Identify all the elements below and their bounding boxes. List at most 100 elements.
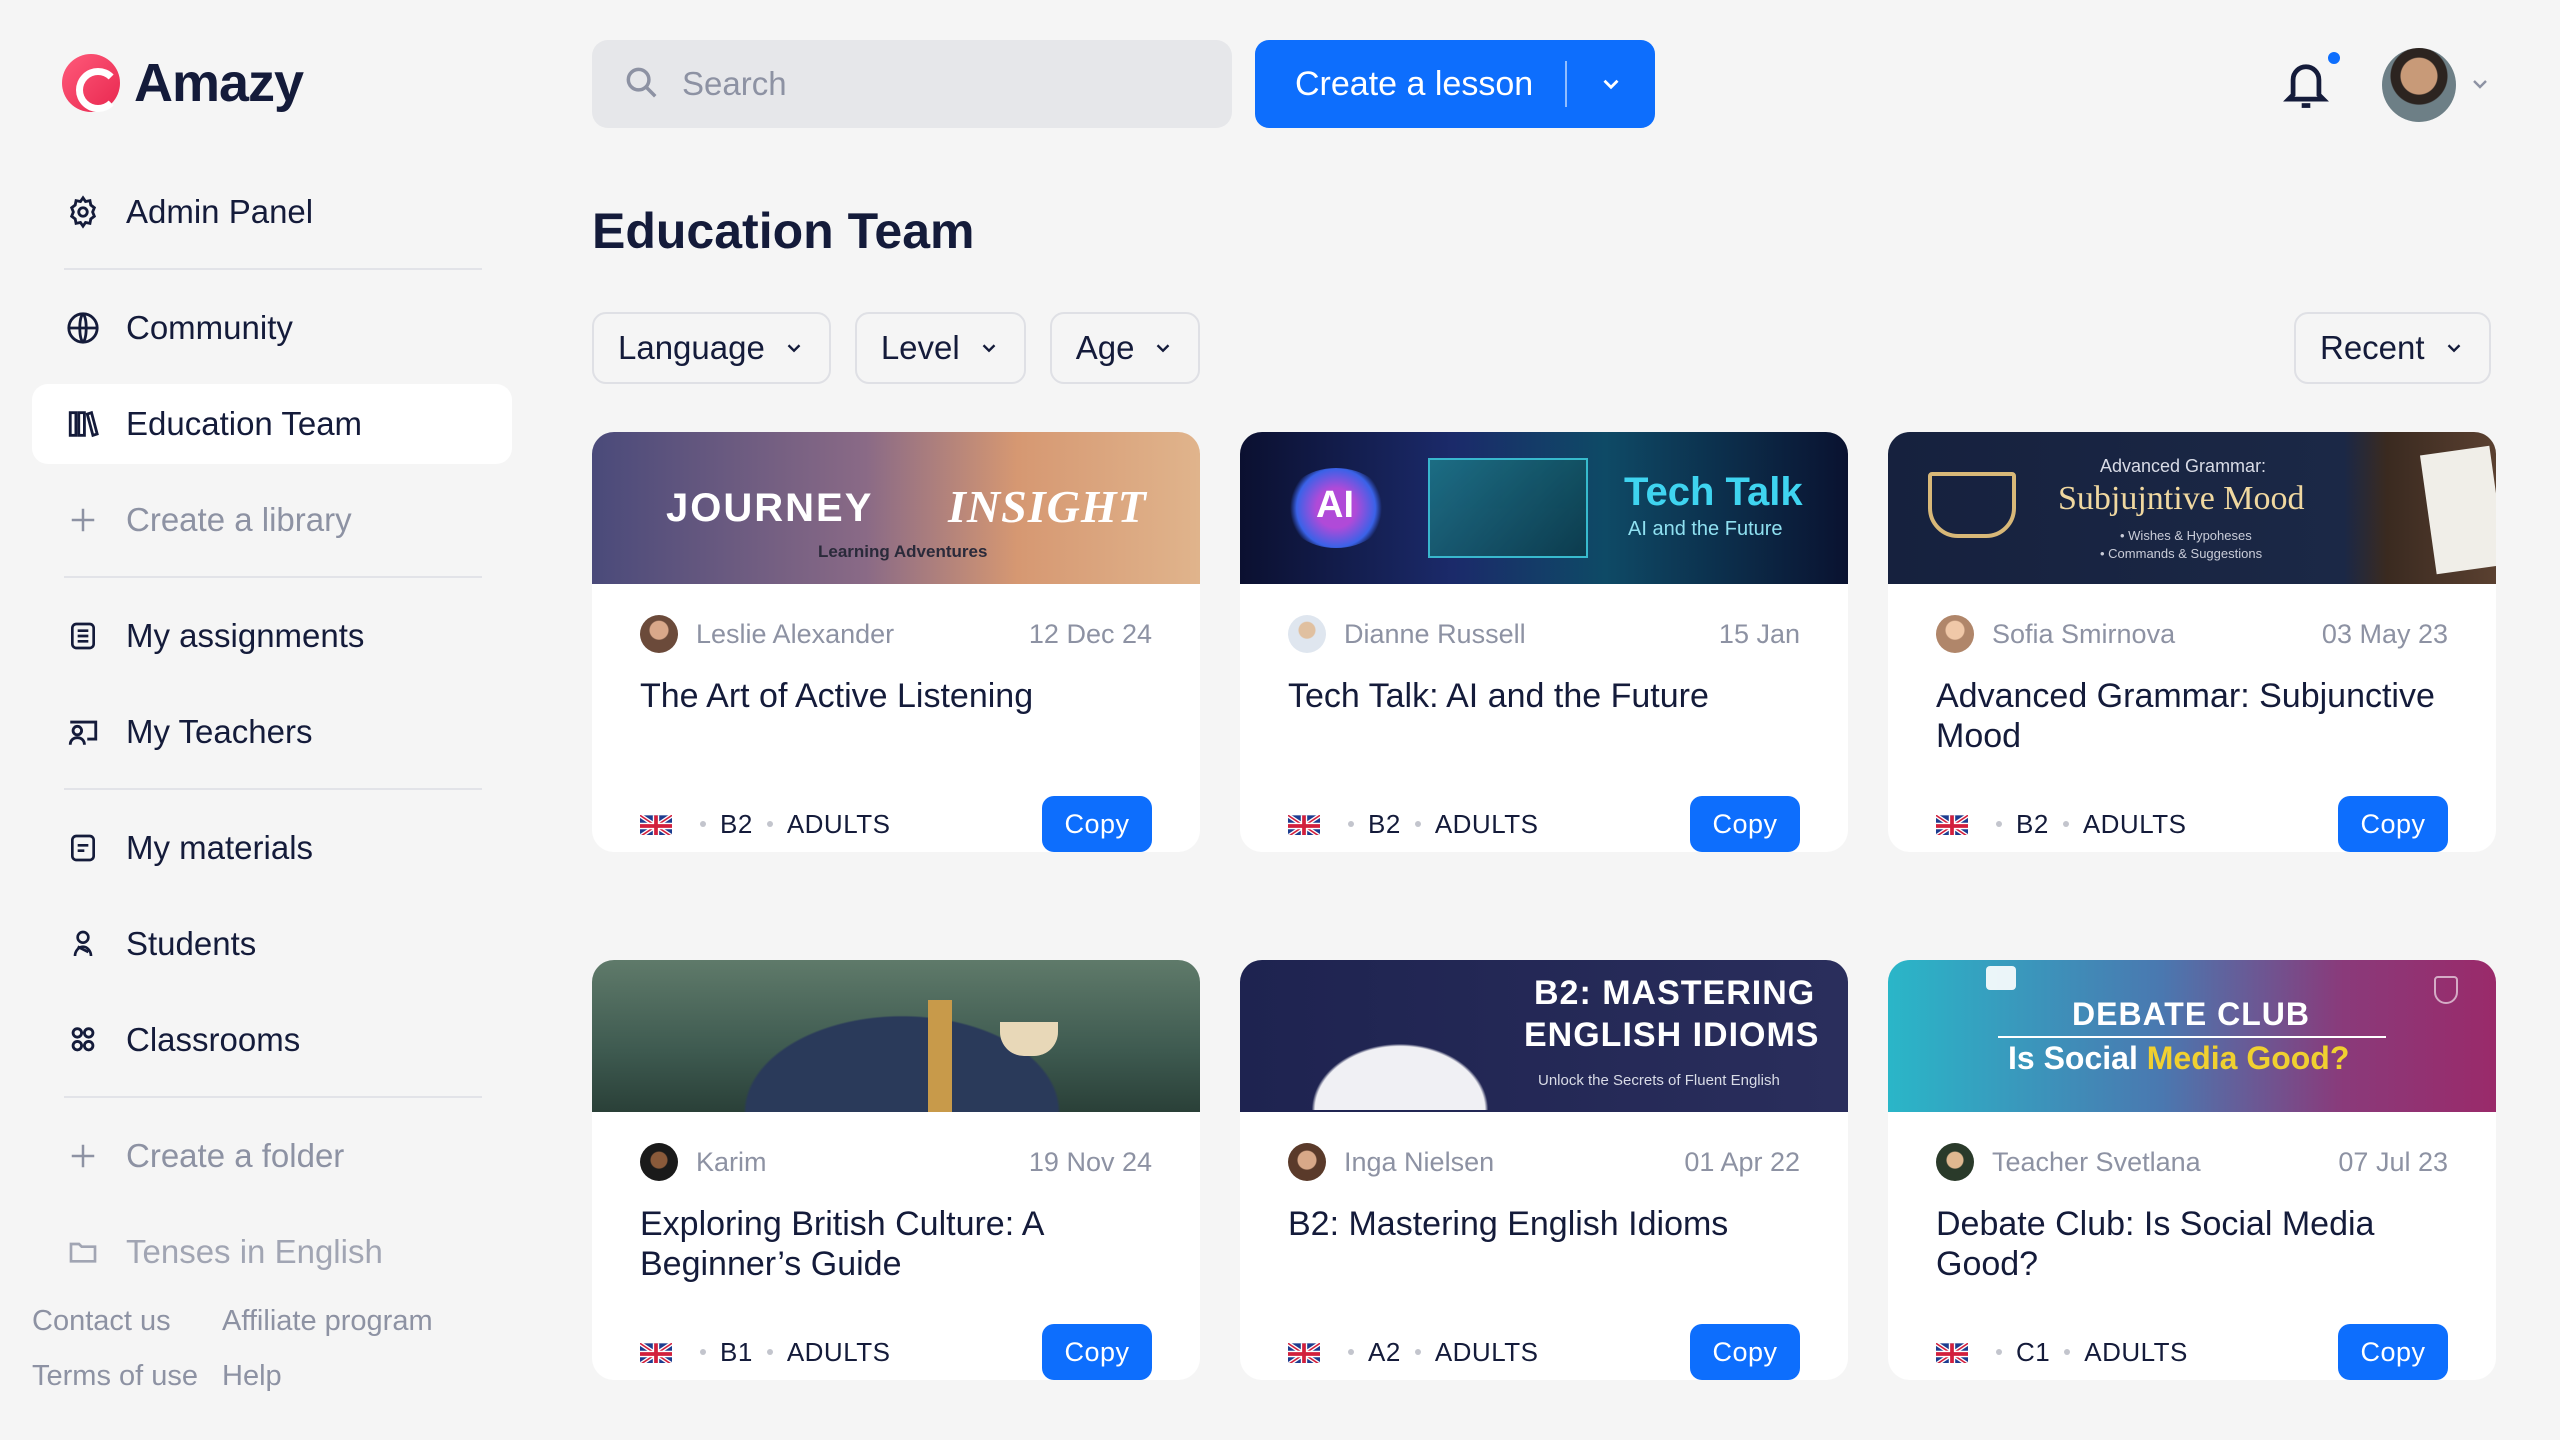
lesson-title[interactable]: Advanced Grammar: Subjunctive Mood bbox=[1936, 676, 2448, 796]
uk-flag-icon bbox=[640, 813, 672, 835]
banner-title: ENGLISH IDIOMS bbox=[1524, 1016, 1820, 1054]
classrooms-icon bbox=[64, 1021, 102, 1059]
notification-badge bbox=[2326, 50, 2342, 66]
author-avatar bbox=[1288, 1143, 1326, 1181]
user-avatar[interactable] bbox=[2382, 48, 2456, 122]
lesson-banner: JOURNEY INSIGHT Learning Adventures bbox=[592, 432, 1200, 584]
sort-label: Recent bbox=[2320, 329, 2425, 366]
thumbs-up-icon bbox=[1986, 966, 2016, 990]
contact-us-link[interactable]: Contact us bbox=[32, 1305, 222, 1338]
sidebar-item-community[interactable]: Community bbox=[32, 288, 512, 368]
search-icon bbox=[622, 63, 660, 106]
affiliate-program-link[interactable]: Affiliate program bbox=[222, 1305, 472, 1338]
lesson-date: 07 Jul 23 bbox=[2338, 1146, 2448, 1177]
app-logo[interactable]: Amazy bbox=[62, 52, 304, 114]
sidebar-item-education-team[interactable]: Education Team bbox=[32, 384, 512, 464]
create-folder-button[interactable]: Create a folder bbox=[32, 1116, 512, 1196]
divider bbox=[64, 268, 482, 270]
author-name: Dianne Russell bbox=[1344, 618, 1526, 649]
create-lesson-button[interactable]: Create a lesson bbox=[1255, 40, 1655, 128]
lesson-title[interactable]: B2: Mastering English Idioms bbox=[1288, 1204, 1800, 1324]
separator-dot bbox=[766, 821, 773, 827]
lesson-card[interactable]: DEBATE CLUB Is Social Media Good? Teache… bbox=[1888, 960, 2496, 1380]
bell-icon[interactable] bbox=[2280, 56, 2332, 112]
folder-icon bbox=[64, 1233, 102, 1271]
lesson-title[interactable]: Exploring British Culture: A Beginner’s … bbox=[640, 1204, 1152, 1324]
uk-flag-icon bbox=[1936, 813, 1968, 835]
chevron-down-icon[interactable] bbox=[1567, 71, 1655, 97]
author-name: Leslie Alexander bbox=[696, 618, 895, 649]
students-icon bbox=[64, 925, 102, 963]
sidebar-item-admin-panel[interactable]: Admin Panel bbox=[32, 172, 512, 252]
copy-button[interactable]: Copy bbox=[2338, 1324, 2448, 1380]
level-badge: B1 bbox=[720, 1336, 753, 1367]
sidebar-item-label: Admin Panel bbox=[126, 193, 314, 230]
plus-icon bbox=[64, 501, 102, 539]
sidebar-item-my-assignments[interactable]: My assignments bbox=[32, 596, 512, 676]
copy-button[interactable]: Copy bbox=[1042, 1324, 1152, 1380]
sidebar-nav: Admin Panel Community Education Team Cre… bbox=[32, 172, 512, 1308]
age-badge: ADULTS bbox=[1434, 808, 1539, 839]
banner-subtitle: AI and the Future bbox=[1628, 518, 1783, 540]
lesson-card[interactable]: AI Tech Talk AI and the Future Dianne Ru… bbox=[1240, 432, 1848, 852]
lesson-title[interactable]: Debate Club: Is Social Media Good? bbox=[1936, 1204, 2448, 1324]
sidebar-item-my-teachers[interactable]: My Teachers bbox=[32, 692, 512, 772]
author-avatar bbox=[640, 615, 678, 653]
banner-subtitle: Unlock the Secrets of Fluent English bbox=[1538, 1072, 1780, 1089]
lesson-date: 03 May 23 bbox=[2321, 618, 2448, 649]
lesson-card[interactable]: Advanced Grammar: Subjujntive Mood • Wis… bbox=[1888, 432, 2496, 852]
level-badge: A2 bbox=[1368, 1336, 1401, 1367]
copy-button[interactable]: Copy bbox=[1042, 796, 1152, 852]
level-badge: C1 bbox=[2016, 1336, 2051, 1367]
separator-dot bbox=[700, 1349, 706, 1355]
sidebar-item-my-materials[interactable]: My materials bbox=[32, 808, 512, 888]
author-avatar bbox=[1936, 1143, 1974, 1181]
age-badge: ADULTS bbox=[786, 808, 891, 839]
sidebar-item-label: Education Team bbox=[126, 405, 363, 442]
separator-dot bbox=[1996, 821, 2002, 827]
lesson-banner: Advanced Grammar: Subjujntive Mood • Wis… bbox=[1888, 432, 2496, 584]
lesson-title[interactable]: Tech Talk: AI and the Future bbox=[1288, 676, 1800, 796]
filter-bar: Language Level Age bbox=[592, 312, 1201, 384]
filter-age[interactable]: Age bbox=[1049, 312, 1201, 384]
sidebar-item-students[interactable]: Students bbox=[32, 904, 512, 984]
divider bbox=[64, 788, 482, 790]
terms-of-use-link[interactable]: Terms of use bbox=[32, 1360, 222, 1393]
banner-title-highlight: Media Good? bbox=[2146, 1040, 2350, 1076]
banner-title: Tech Talk bbox=[1624, 470, 1803, 514]
create-library-button[interactable]: Create a library bbox=[32, 480, 512, 560]
chevron-down-icon bbox=[1152, 329, 1174, 367]
sort-dropdown[interactable]: Recent bbox=[2294, 312, 2491, 384]
author-avatar bbox=[640, 1143, 678, 1181]
lesson-card[interactable]: JOURNEY INSIGHT Learning Adventures Lesl… bbox=[592, 432, 1200, 852]
banner-title: Subjujntive Mood bbox=[2058, 480, 2305, 517]
copy-button[interactable]: Copy bbox=[1690, 796, 1800, 852]
filter-level[interactable]: Level bbox=[854, 312, 1026, 384]
chevron-down-icon bbox=[783, 329, 805, 367]
divider bbox=[64, 576, 482, 578]
sidebar-item-classrooms[interactable]: Classrooms bbox=[32, 1000, 512, 1080]
lesson-banner: AI Tech Talk AI and the Future bbox=[1240, 432, 1848, 584]
search-bar[interactable] bbox=[592, 40, 1232, 128]
filter-language[interactable]: Language bbox=[592, 312, 831, 384]
sidebar-item-label: Classrooms bbox=[126, 1021, 301, 1058]
sidebar-folder-tenses[interactable]: Tenses in English bbox=[32, 1212, 512, 1292]
level-badge: B2 bbox=[720, 808, 753, 839]
uk-flag-icon bbox=[640, 1341, 672, 1363]
banner-subtitle: • Wishes & Hypoheses bbox=[2120, 528, 2252, 543]
author-name: Inga Nielsen bbox=[1344, 1146, 1495, 1177]
search-input[interactable] bbox=[682, 65, 1202, 103]
author-name: Sofia Smirnova bbox=[1992, 618, 2176, 649]
assignments-icon bbox=[64, 617, 102, 655]
lesson-card[interactable]: B2: MASTERING ENGLISH IDIOMS Unlock the … bbox=[1240, 960, 1848, 1380]
help-link[interactable]: Help bbox=[222, 1360, 472, 1393]
separator-dot bbox=[2062, 821, 2069, 827]
lesson-title[interactable]: The Art of Active Listening bbox=[640, 676, 1152, 796]
lesson-date: 15 Jan bbox=[1718, 618, 1800, 649]
chevron-down-icon[interactable] bbox=[2468, 72, 2492, 101]
sidebar-item-label: My materials bbox=[126, 829, 314, 866]
copy-button[interactable]: Copy bbox=[1690, 1324, 1800, 1380]
lesson-card[interactable]: Karim 19 Nov 24 Exploring British Cultur… bbox=[592, 960, 1200, 1380]
copy-button[interactable]: Copy bbox=[2338, 796, 2448, 852]
separator-dot bbox=[1414, 1349, 1421, 1355]
